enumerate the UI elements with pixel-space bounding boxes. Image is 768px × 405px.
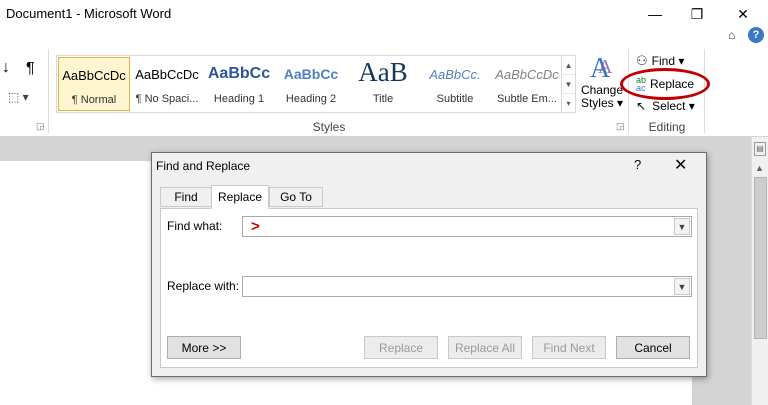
find-next-button[interactable]: Find Next	[532, 336, 606, 359]
scroll-up-icon[interactable]: ▲	[755, 163, 764, 173]
style-no-spacing[interactable]: AaBbCcDc ¶ No Spaci...	[131, 57, 203, 111]
change-styles-label-2: Styles ▾	[580, 96, 624, 110]
dialog-close-button[interactable]: ✕	[674, 155, 687, 175]
show-formatting-icon[interactable]: ¶	[26, 60, 35, 78]
gallery-up-icon[interactable]: ▲	[562, 56, 575, 75]
dialog-help-button[interactable]: ?	[634, 157, 641, 172]
cursor-icon: ↖	[636, 99, 647, 113]
find-what-input[interactable]: > ▼	[242, 216, 692, 237]
style-title[interactable]: AaB Title	[347, 57, 419, 111]
style-name: Subtitle	[436, 93, 474, 105]
replace-with-label: Replace with:	[167, 279, 240, 293]
find-what-label: Find what:	[167, 219, 223, 233]
editing-group-label: Editing	[648, 120, 686, 134]
change-styles-button[interactable]: A A Change Styles ▾	[580, 51, 624, 119]
ribbon: ↓ ¶ ⬚ ▾ ◲ AaBbCcDc ¶ Normal AaBbCcDc ¶ N…	[0, 45, 768, 137]
replace-with-dropdown-icon[interactable]: ▼	[674, 278, 690, 295]
styles-gallery-scroll: ▲ ▼ ▾	[561, 55, 576, 113]
style-preview: AaBbCc.	[429, 67, 481, 82]
style-name: Heading 1	[213, 93, 265, 105]
ruler-toggle-icon[interactable]: ▤	[754, 142, 766, 156]
paragraph-launcher-icon[interactable]: ◲	[36, 121, 45, 132]
select-label: Select ▾	[652, 99, 695, 113]
style-subtle-emphasis[interactable]: AaBbCcDc Subtle Em...	[491, 57, 563, 111]
tab-replace[interactable]: Replace	[211, 185, 269, 209]
annotation-highlight	[620, 68, 710, 100]
tab-goto[interactable]: Go To	[269, 187, 323, 207]
gallery-down-icon[interactable]: ▼	[562, 75, 575, 94]
replace-with-input[interactable]: ▼	[242, 276, 692, 297]
more-button[interactable]: More >>	[167, 336, 241, 359]
window-title: Document1 - Microsoft Word	[6, 6, 172, 21]
style-normal[interactable]: AaBbCcDc ¶ Normal	[58, 57, 130, 111]
style-heading-1[interactable]: AaBbCc Heading 1	[203, 57, 275, 111]
style-subtitle[interactable]: AaBbCc. Subtitle	[419, 57, 491, 111]
close-button[interactable]: ✕	[720, 2, 766, 26]
dialog-title: Find and Replace	[156, 159, 251, 173]
restore-button[interactable]: ❐	[674, 2, 720, 26]
tab-find[interactable]: Find	[160, 187, 212, 207]
replace-all-button[interactable]: Replace All	[448, 336, 522, 359]
ribbon-help-row: ⌂ ?	[0, 27, 768, 45]
svg-text:A: A	[598, 56, 613, 78]
style-name: Heading 2	[285, 93, 337, 105]
style-preview: AaBbCcDc	[135, 67, 199, 82]
find-what-dropdown-icon[interactable]: ▼	[674, 218, 690, 235]
binoculars-icon: ⚇	[636, 53, 648, 68]
gallery-more-icon[interactable]: ▾	[562, 94, 575, 113]
style-preview: AaBbCc	[283, 66, 339, 82]
style-name: ¶ No Spaci...	[135, 93, 199, 105]
change-styles-icon: A A	[590, 53, 613, 84]
styles-gallery: AaBbCcDc ¶ Normal AaBbCcDc ¶ No Spaci...…	[56, 55, 562, 113]
borders-icon[interactable]: ⬚ ▾	[8, 90, 29, 104]
find-replace-dialog: Find and Replace ? ✕ Find Replace Go To …	[151, 152, 707, 377]
find-label: Find ▾	[651, 54, 685, 68]
group-separator	[48, 49, 49, 133]
find-what-value: >	[251, 218, 260, 235]
title-bar: Document1 - Microsoft Word — ❐ ✕	[0, 0, 768, 28]
tab-find-label: Find	[174, 190, 198, 204]
find-button[interactable]: ⚇ Find ▾	[636, 53, 684, 69]
styles-launcher-icon[interactable]: ◲	[616, 121, 625, 132]
minimize-button[interactable]: —	[632, 2, 678, 26]
help-icon[interactable]: ?	[748, 27, 764, 43]
tab-replace-label: Replace	[217, 190, 263, 204]
select-button[interactable]: ↖ Select ▾	[636, 98, 695, 114]
scroll-thumb[interactable]	[754, 177, 767, 339]
tab-goto-label: Go To	[280, 190, 312, 204]
style-heading-2[interactable]: AaBbCc Heading 2	[275, 57, 347, 111]
style-preview: AaBbCc	[207, 65, 271, 82]
style-preview: AaB	[358, 57, 408, 87]
replace-button-dialog[interactable]: Replace	[364, 336, 438, 359]
style-name: Title	[372, 93, 394, 105]
styles-group-label: Styles	[312, 120, 346, 134]
collapse-ribbon-icon[interactable]: ⌂	[728, 28, 735, 42]
vertical-scrollbar[interactable]: ▤ ▲	[751, 137, 768, 405]
sort-icon[interactable]: ↓	[2, 59, 10, 77]
style-preview: AaBbCcDc	[62, 68, 126, 83]
style-name: Subtle Em...	[497, 93, 557, 105]
style-name: ¶ Normal	[71, 94, 117, 106]
style-preview: AaBbCcDc	[495, 67, 559, 82]
cancel-button[interactable]: Cancel	[616, 336, 690, 359]
